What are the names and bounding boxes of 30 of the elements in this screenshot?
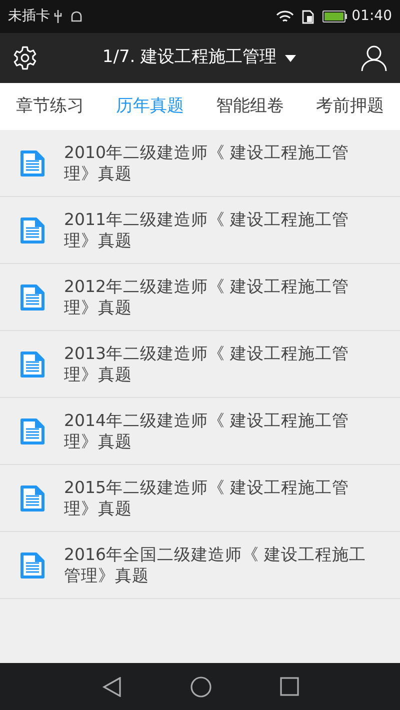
android-icon	[70, 10, 83, 22]
paper-title: 2013年二级建造师《 建设工程施工管理》真题	[64, 342, 350, 386]
back-icon[interactable]	[102, 676, 122, 696]
user-icon[interactable]	[360, 44, 388, 72]
document-icon	[20, 216, 45, 244]
usb-icon	[54, 10, 62, 23]
clock-text: 01:40	[352, 7, 392, 26]
tab[interactable]: 智能组卷	[216, 94, 284, 120]
document-icon	[20, 418, 45, 444]
paper-title: 2011年二级建造师《 建设工程施工管理》真题	[64, 208, 350, 252]
battery-icon	[322, 10, 348, 23]
paper-title: 2016年全国二级建造师《 建设工程施工管理》真题	[64, 544, 368, 586]
document-icon	[20, 552, 45, 578]
recents-icon[interactable]	[280, 677, 298, 696]
home-icon[interactable]	[190, 676, 212, 698]
paper-title: 2012年二级建造师《 建设工程施工管理》真题	[64, 276, 350, 318]
paper-title: 2010年二级建造师《 建设工程施工管理》真题	[64, 142, 350, 184]
document-icon	[20, 150, 45, 176]
document-icon	[20, 350, 45, 378]
document-icon	[20, 284, 45, 310]
carrier-text: 未插卡	[8, 7, 50, 26]
tab[interactable]: 考前押题	[316, 94, 384, 120]
paper-title: 2014年二级建造师《 建设工程施工管理》真题	[64, 410, 350, 452]
wifi-icon	[276, 10, 294, 24]
tab[interactable]: 章节练习	[16, 94, 84, 120]
paper-title: 2015年二级建造师《 建设工程施工管理》真题	[64, 476, 350, 520]
document-icon	[20, 484, 45, 512]
settings-icon[interactable]	[12, 45, 38, 71]
caret-icon	[284, 54, 296, 62]
sim-icon	[302, 10, 314, 24]
